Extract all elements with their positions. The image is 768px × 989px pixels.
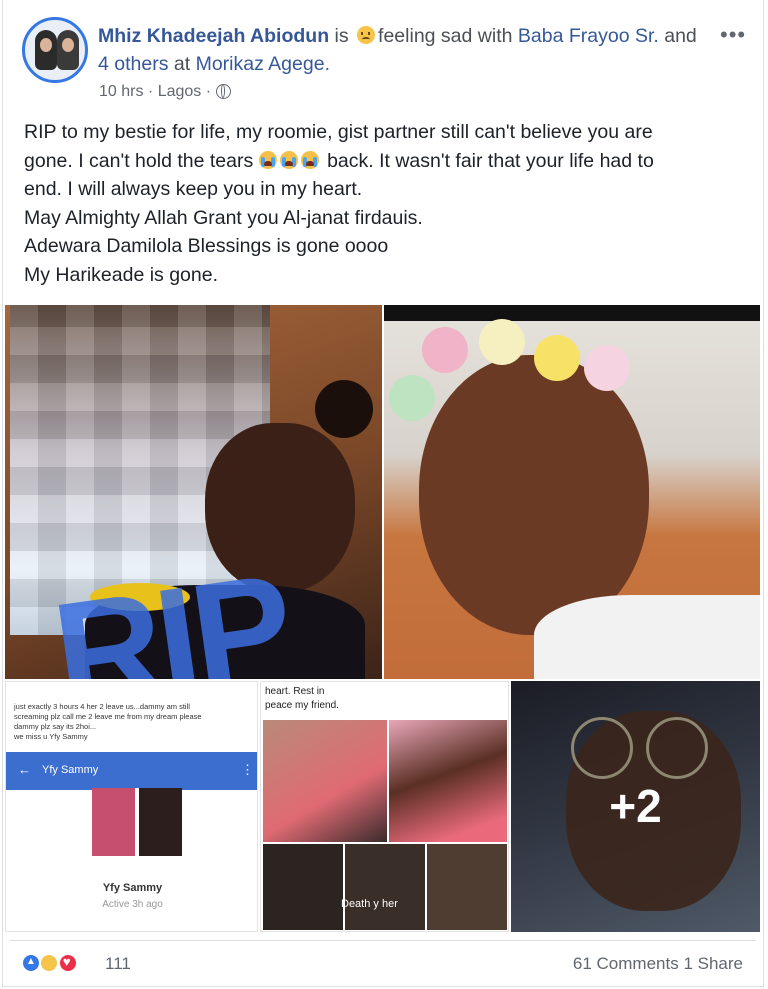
post-line: Adewara Damilola Blessings is gone oooo — [24, 235, 389, 257]
crying-emoji-icon — [279, 150, 298, 169]
profile-photo — [92, 788, 182, 856]
post-line: My Harikeade is gone. — [24, 263, 219, 286]
divider — [10, 940, 756, 941]
photo-4-collage[interactable]: heart. Rest in peace my friend. Death y … — [260, 681, 509, 932]
person-face — [419, 355, 649, 635]
love-reaction-icon — [57, 953, 78, 973]
collage-overlay-text: Death y her — [341, 898, 398, 910]
post-body: RIP to my bestie for life, my roomie, gi… — [24, 118, 744, 289]
kebab-menu-icon: ⋮ — [241, 762, 254, 777]
photo-1[interactable]: RIP — [5, 305, 382, 679]
at-text: at — [173, 53, 191, 75]
flower-icon — [479, 319, 525, 365]
profile-name: Yfy Sammy — [102, 882, 163, 894]
others-link[interactable]: 4 others — [98, 53, 168, 75]
sad-reaction-icon — [39, 953, 60, 973]
post-line-with-emoji: gone. I can't hold the tears back. It wa… — [24, 149, 654, 172]
flower-icon — [422, 327, 468, 373]
author-avatar[interactable] — [22, 17, 88, 83]
more-photos-count[interactable]: +2 — [511, 779, 760, 833]
shares-link[interactable]: 1 Share — [683, 954, 743, 973]
globe-icon[interactable] — [215, 84, 231, 99]
back-arrow-icon: ← — [18, 762, 31, 777]
photo-2[interactable] — [384, 305, 760, 679]
tagged-friend-link[interactable]: Baba Frayoo Sr. — [518, 25, 659, 47]
reaction-count[interactable]: 111 — [105, 954, 131, 974]
flower-icon — [584, 345, 630, 391]
flower-icon — [389, 375, 435, 421]
place-link[interactable]: Morikaz Agege. — [196, 53, 330, 75]
location-text: Lagos — [157, 83, 202, 100]
post-header: Mhiz Khadeejah Abiodun is feeling sad wi… — [98, 22, 698, 78]
is-text: is — [334, 25, 349, 47]
post-line: end. I will always keep you in my heart. — [24, 178, 363, 200]
like-reaction-icon — [21, 953, 41, 973]
sad-emoji-icon — [357, 26, 376, 44]
post-line: RIP to my bestie for life, my roomie, gi… — [24, 121, 653, 143]
engagement-stats: 61 Comments 1 Share — [573, 954, 743, 974]
crying-emoji-icon — [300, 150, 319, 169]
active-status: Active 3h ago — [102, 899, 163, 910]
comments-link[interactable]: 61 Comments — [573, 954, 679, 973]
photo-3-screenshot[interactable]: just exactly 3 hours 4 her 2 leave us...… — [5, 681, 258, 932]
author-name[interactable]: Mhiz Khadeejah Abiodun — [98, 25, 329, 47]
feeling-text: feeling sad with — [378, 25, 513, 47]
photo-5-more[interactable]: +2 — [511, 681, 760, 932]
reactions-summary[interactable] — [21, 953, 78, 975]
post-line: May Almighty Allah Grant you Al-janat fi… — [24, 206, 423, 229]
and-text: and — [664, 25, 697, 47]
crying-emoji-icon — [258, 150, 277, 169]
more-options-button[interactable]: ••• — [720, 22, 746, 48]
chat-header-bar: ← Yfy Sammy ⋮ — [6, 752, 257, 790]
timestamp-link[interactable]: 10 hrs — [99, 83, 143, 100]
flower-icon — [534, 335, 580, 381]
post-meta: 10 hrs · Lagos · — [99, 83, 231, 101]
